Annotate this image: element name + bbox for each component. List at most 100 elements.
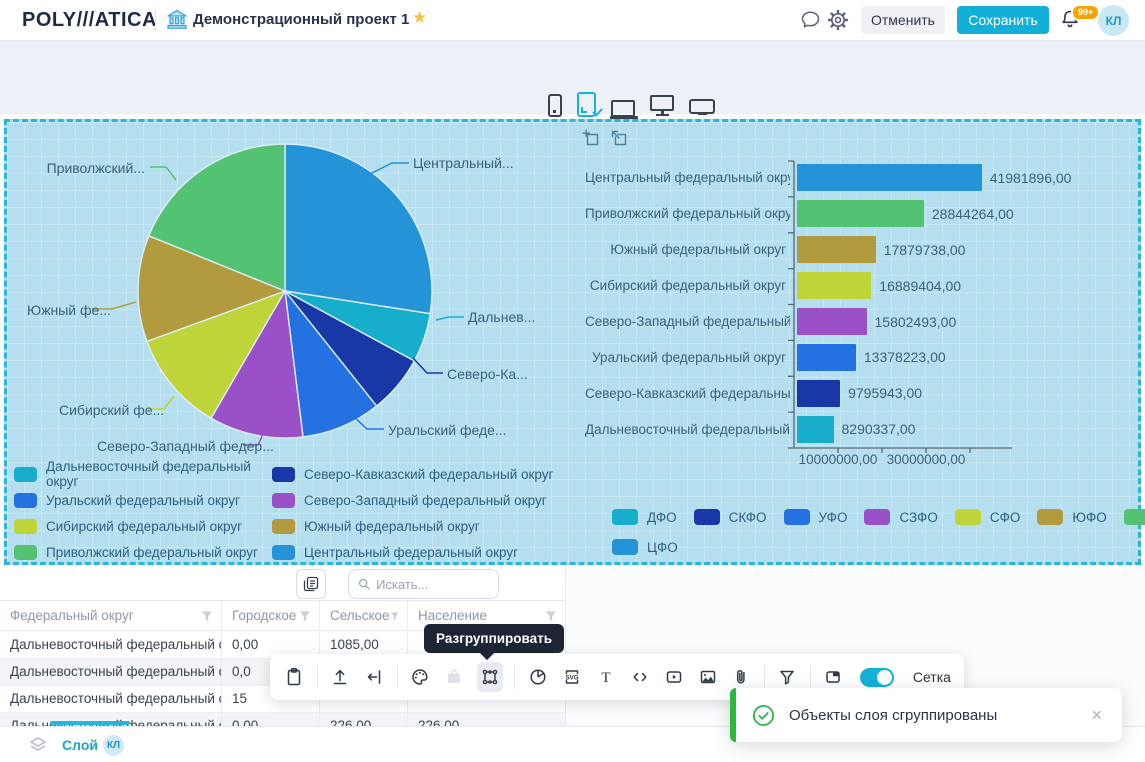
legend-swatch bbox=[864, 509, 890, 525]
legend-item[interactable]: Северо-Западный федеральный округ bbox=[272, 493, 547, 508]
legend-label: СКФО bbox=[729, 510, 767, 525]
search-input[interactable] bbox=[376, 577, 489, 592]
user-avatar[interactable]: КЛ bbox=[1098, 5, 1129, 36]
save-button[interactable]: Сохранить bbox=[957, 6, 1049, 34]
legend-label: ДФО bbox=[647, 510, 677, 525]
table-cell: Дальневосточный федеральный округ bbox=[0, 659, 222, 686]
toast-close-icon[interactable]: × bbox=[1091, 706, 1102, 724]
device-monitor-icon[interactable] bbox=[650, 95, 674, 111]
layers-icon bbox=[28, 736, 48, 754]
bar-xtick-10m: 10000000,00 bbox=[792, 452, 884, 467]
pie-callout-sibirsky: Сибирский фе... bbox=[59, 402, 164, 418]
selected-check-icon bbox=[592, 108, 603, 117]
project-title[interactable]: Демонстрационный проект 1 bbox=[193, 11, 409, 28]
device-laptop-icon[interactable] bbox=[611, 100, 635, 117]
legend-item[interactable]: ПФО bbox=[1124, 509, 1145, 525]
column-header-rural[interactable]: Сельское bbox=[320, 601, 408, 630]
svg-text:SVG: SVG bbox=[565, 674, 578, 681]
svg-text:T: T bbox=[601, 670, 610, 686]
video-tool-icon[interactable] bbox=[662, 664, 685, 690]
legend-item[interactable]: СФО bbox=[955, 509, 1021, 525]
table-copy-icon[interactable] bbox=[296, 569, 326, 599]
legend-item[interactable]: УФО bbox=[784, 509, 848, 525]
ungroup-icon-active[interactable] bbox=[477, 662, 504, 692]
pie-chart-tool-icon[interactable] bbox=[526, 664, 549, 690]
legend-item[interactable]: Уральский федеральный округ bbox=[14, 493, 272, 508]
filter-funnel-icon[interactable] bbox=[390, 610, 399, 622]
bar-xtick-30m: 30000000,00 bbox=[880, 452, 972, 467]
table-cell: 226,00 bbox=[408, 713, 566, 726]
table-search bbox=[348, 569, 499, 599]
table-cell: Дальневосточный федеральный округ bbox=[0, 686, 222, 713]
panel-layout-icon[interactable] bbox=[822, 664, 845, 690]
text-tool-icon[interactable]: T bbox=[594, 664, 617, 690]
device-phone-icon[interactable] bbox=[548, 94, 562, 117]
legend-label: Южный федеральный округ bbox=[304, 519, 480, 534]
app-window: POLY///ATICA Демонстрационный проект 1 ★… bbox=[0, 0, 1145, 762]
success-check-icon bbox=[752, 704, 775, 727]
legend-label: ЮФО bbox=[1072, 510, 1106, 525]
palette-icon[interactable] bbox=[409, 664, 432, 690]
legend-swatch bbox=[1124, 509, 1145, 525]
toolbar-separator bbox=[514, 665, 515, 689]
legend-item[interactable]: ЮФО bbox=[1037, 509, 1106, 525]
legend-item[interactable]: Дальневосточный федеральный округ bbox=[14, 459, 272, 489]
code-tool-icon[interactable] bbox=[628, 664, 651, 690]
settings-gear-icon[interactable] bbox=[827, 9, 849, 31]
legend-item[interactable]: СЗФО bbox=[864, 509, 937, 525]
legend-item[interactable]: Южный федеральный округ bbox=[272, 519, 480, 534]
pie-legend: Дальневосточный федеральный округ Северо-… bbox=[14, 461, 553, 565]
toast-message: Объекты слоя сгруппированы bbox=[789, 707, 997, 724]
filter-funnel-icon[interactable] bbox=[545, 610, 557, 622]
pie-callout-central: Центральный... bbox=[413, 155, 514, 171]
notifications-badge: 99+ bbox=[1071, 4, 1100, 21]
legend-item[interactable]: ДФО bbox=[612, 509, 677, 525]
legend-item[interactable]: Северо-Кавказский федеральный округ bbox=[272, 467, 553, 482]
image-tool-icon[interactable] bbox=[696, 664, 719, 690]
grid-toggle[interactable] bbox=[860, 668, 894, 687]
legend-item[interactable]: Сибирский федеральный округ bbox=[14, 519, 272, 534]
pie-callout-yuzhny: Южный фе... bbox=[27, 302, 111, 318]
filter-funnel-icon[interactable] bbox=[299, 610, 311, 622]
preview-settings-band: 768 px 1365 px bbox=[0, 41, 1145, 114]
add-to-group-icon[interactable] bbox=[582, 129, 599, 146]
legend-item[interactable]: Центральный федеральный округ bbox=[272, 545, 518, 560]
layer-tab-label[interactable]: Слой bbox=[62, 737, 98, 753]
favorite-star-icon[interactable]: ★ bbox=[412, 8, 427, 28]
legend-swatch bbox=[272, 467, 295, 482]
filter-funnel-icon[interactable] bbox=[201, 610, 213, 622]
legend-label: Дальневосточный федеральный округ bbox=[46, 459, 272, 489]
paste-icon[interactable] bbox=[283, 664, 306, 690]
chat-button[interactable] bbox=[799, 9, 822, 31]
ungroup-arrow-icon[interactable] bbox=[610, 129, 627, 146]
svg-tool-icon[interactable]: SVG bbox=[560, 664, 583, 690]
bar-category-label: Приволжский федеральный округ bbox=[585, 206, 790, 221]
legend-label: Северо-Западный федеральный округ bbox=[304, 493, 547, 508]
device-tablet-icon-selected[interactable] bbox=[577, 92, 596, 117]
column-header-urban[interactable]: Городское bbox=[222, 601, 320, 630]
legend-label: СФО bbox=[990, 510, 1021, 525]
attach-link-icon[interactable] bbox=[730, 664, 753, 690]
insert-left-icon[interactable] bbox=[363, 664, 386, 690]
legend-label: Северо-Кавказский федеральный округ bbox=[304, 467, 553, 482]
legend-item[interactable]: СКФО bbox=[694, 509, 767, 525]
filter-tool-icon[interactable] bbox=[776, 664, 799, 690]
pie-slice[interactable] bbox=[285, 144, 432, 314]
upload-icon[interactable] bbox=[329, 664, 352, 690]
column-header-district[interactable]: Федеральный округ bbox=[0, 601, 222, 630]
legend-item[interactable]: ЦФО bbox=[612, 539, 678, 555]
legend-label: Сибирский федеральный округ bbox=[46, 519, 242, 534]
grid-toggle-label: Сетка bbox=[913, 669, 951, 685]
legend-swatch bbox=[784, 509, 810, 525]
legend-item[interactable]: Приволжский федеральный округ bbox=[14, 545, 272, 560]
cancel-button[interactable]: Отменить bbox=[861, 6, 945, 34]
bar-category-label: Дальневосточный федеральный ок... bbox=[585, 422, 790, 437]
notifications-bell-icon[interactable]: 99+ bbox=[1059, 8, 1083, 34]
legend-swatch bbox=[14, 493, 37, 508]
table-horizontal-scrollbar[interactable] bbox=[50, 721, 130, 725]
device-tv-icon[interactable] bbox=[689, 99, 715, 114]
legend-label: ЦФО bbox=[647, 540, 678, 555]
bar-legend: ДФО СКФО УФО СЗФО СФО ЮФО ПФО ЦФО bbox=[612, 502, 1145, 562]
legend-swatch bbox=[612, 539, 638, 555]
pie-chart[interactable] bbox=[130, 141, 442, 443]
